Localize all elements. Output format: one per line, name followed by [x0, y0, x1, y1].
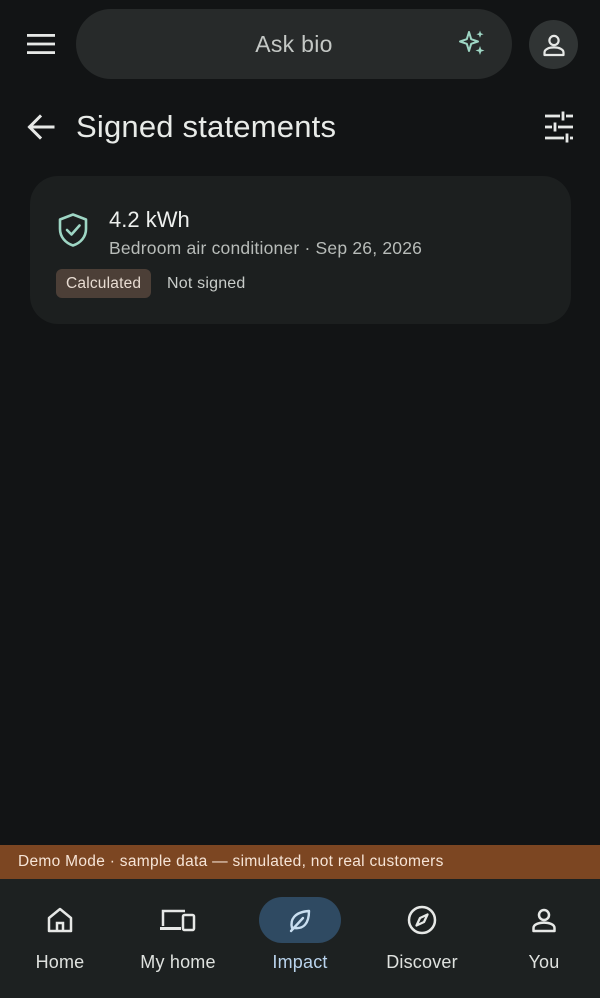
nav-discover-icon-container: [381, 897, 463, 943]
search-placeholder: Ask bio: [255, 31, 333, 57]
nav-impact[interactable]: Impact: [240, 879, 360, 998]
nav-home-label: Home: [35, 952, 85, 972]
nav-my-home-label: My home: [140, 952, 216, 972]
search-bar[interactable]: Ask bio: [76, 9, 512, 79]
person-icon: [542, 34, 565, 56]
nav-my-home[interactable]: My home: [118, 879, 238, 998]
tune-icon[interactable]: [542, 110, 576, 144]
statement-subtitle: Bedroom air conditioner · Sep 26, 2026: [109, 238, 423, 258]
verified-shield-icon: [58, 213, 88, 247]
devices-icon: [160, 909, 196, 932]
nav-impact-label: Impact: [272, 952, 328, 972]
home-icon: [47, 907, 73, 933]
nav-home-icon-container: [19, 897, 101, 943]
page-header: Signed statements: [0, 98, 600, 156]
nav-discover-label: Discover: [386, 952, 458, 972]
energy-value: 4.2 kWh: [109, 207, 190, 232]
bottom-navigation: Home My home Impact Discover You: [0, 879, 600, 998]
demo-mode-banner: Demo Mode · sample data — simulated, not…: [0, 845, 600, 879]
statement-card[interactable]: 4.2 kWh Bedroom air conditioner · Sep 26…: [30, 176, 571, 324]
nav-discover[interactable]: Discover: [362, 879, 482, 998]
sparkle-icon[interactable]: [456, 28, 488, 60]
signature-status: Not signed: [167, 275, 246, 292]
page-title: Signed statements: [76, 109, 337, 144]
calculated-chip: Calculated: [56, 269, 152, 298]
top-app-bar: Ask bio: [0, 0, 600, 90]
account-button[interactable]: [529, 20, 578, 69]
compass-icon: [407, 905, 437, 935]
leaf-icon: [289, 909, 311, 933]
menu-icon: [27, 34, 55, 54]
nav-home[interactable]: Home: [0, 879, 120, 998]
person-icon: [532, 908, 556, 933]
signed-statements-screen: Ask bio Signed statements 4.2 kWh Bedroo…: [0, 0, 600, 998]
arrow-back-icon[interactable]: [24, 110, 58, 144]
nav-you-label: You: [528, 952, 560, 972]
nav-my-home-icon-container: [137, 897, 219, 943]
nav-you-icon-container: [503, 897, 585, 943]
nav-you[interactable]: You: [484, 879, 600, 998]
menu-button[interactable]: [22, 27, 60, 61]
nav-impact-icon-container: [259, 897, 341, 943]
